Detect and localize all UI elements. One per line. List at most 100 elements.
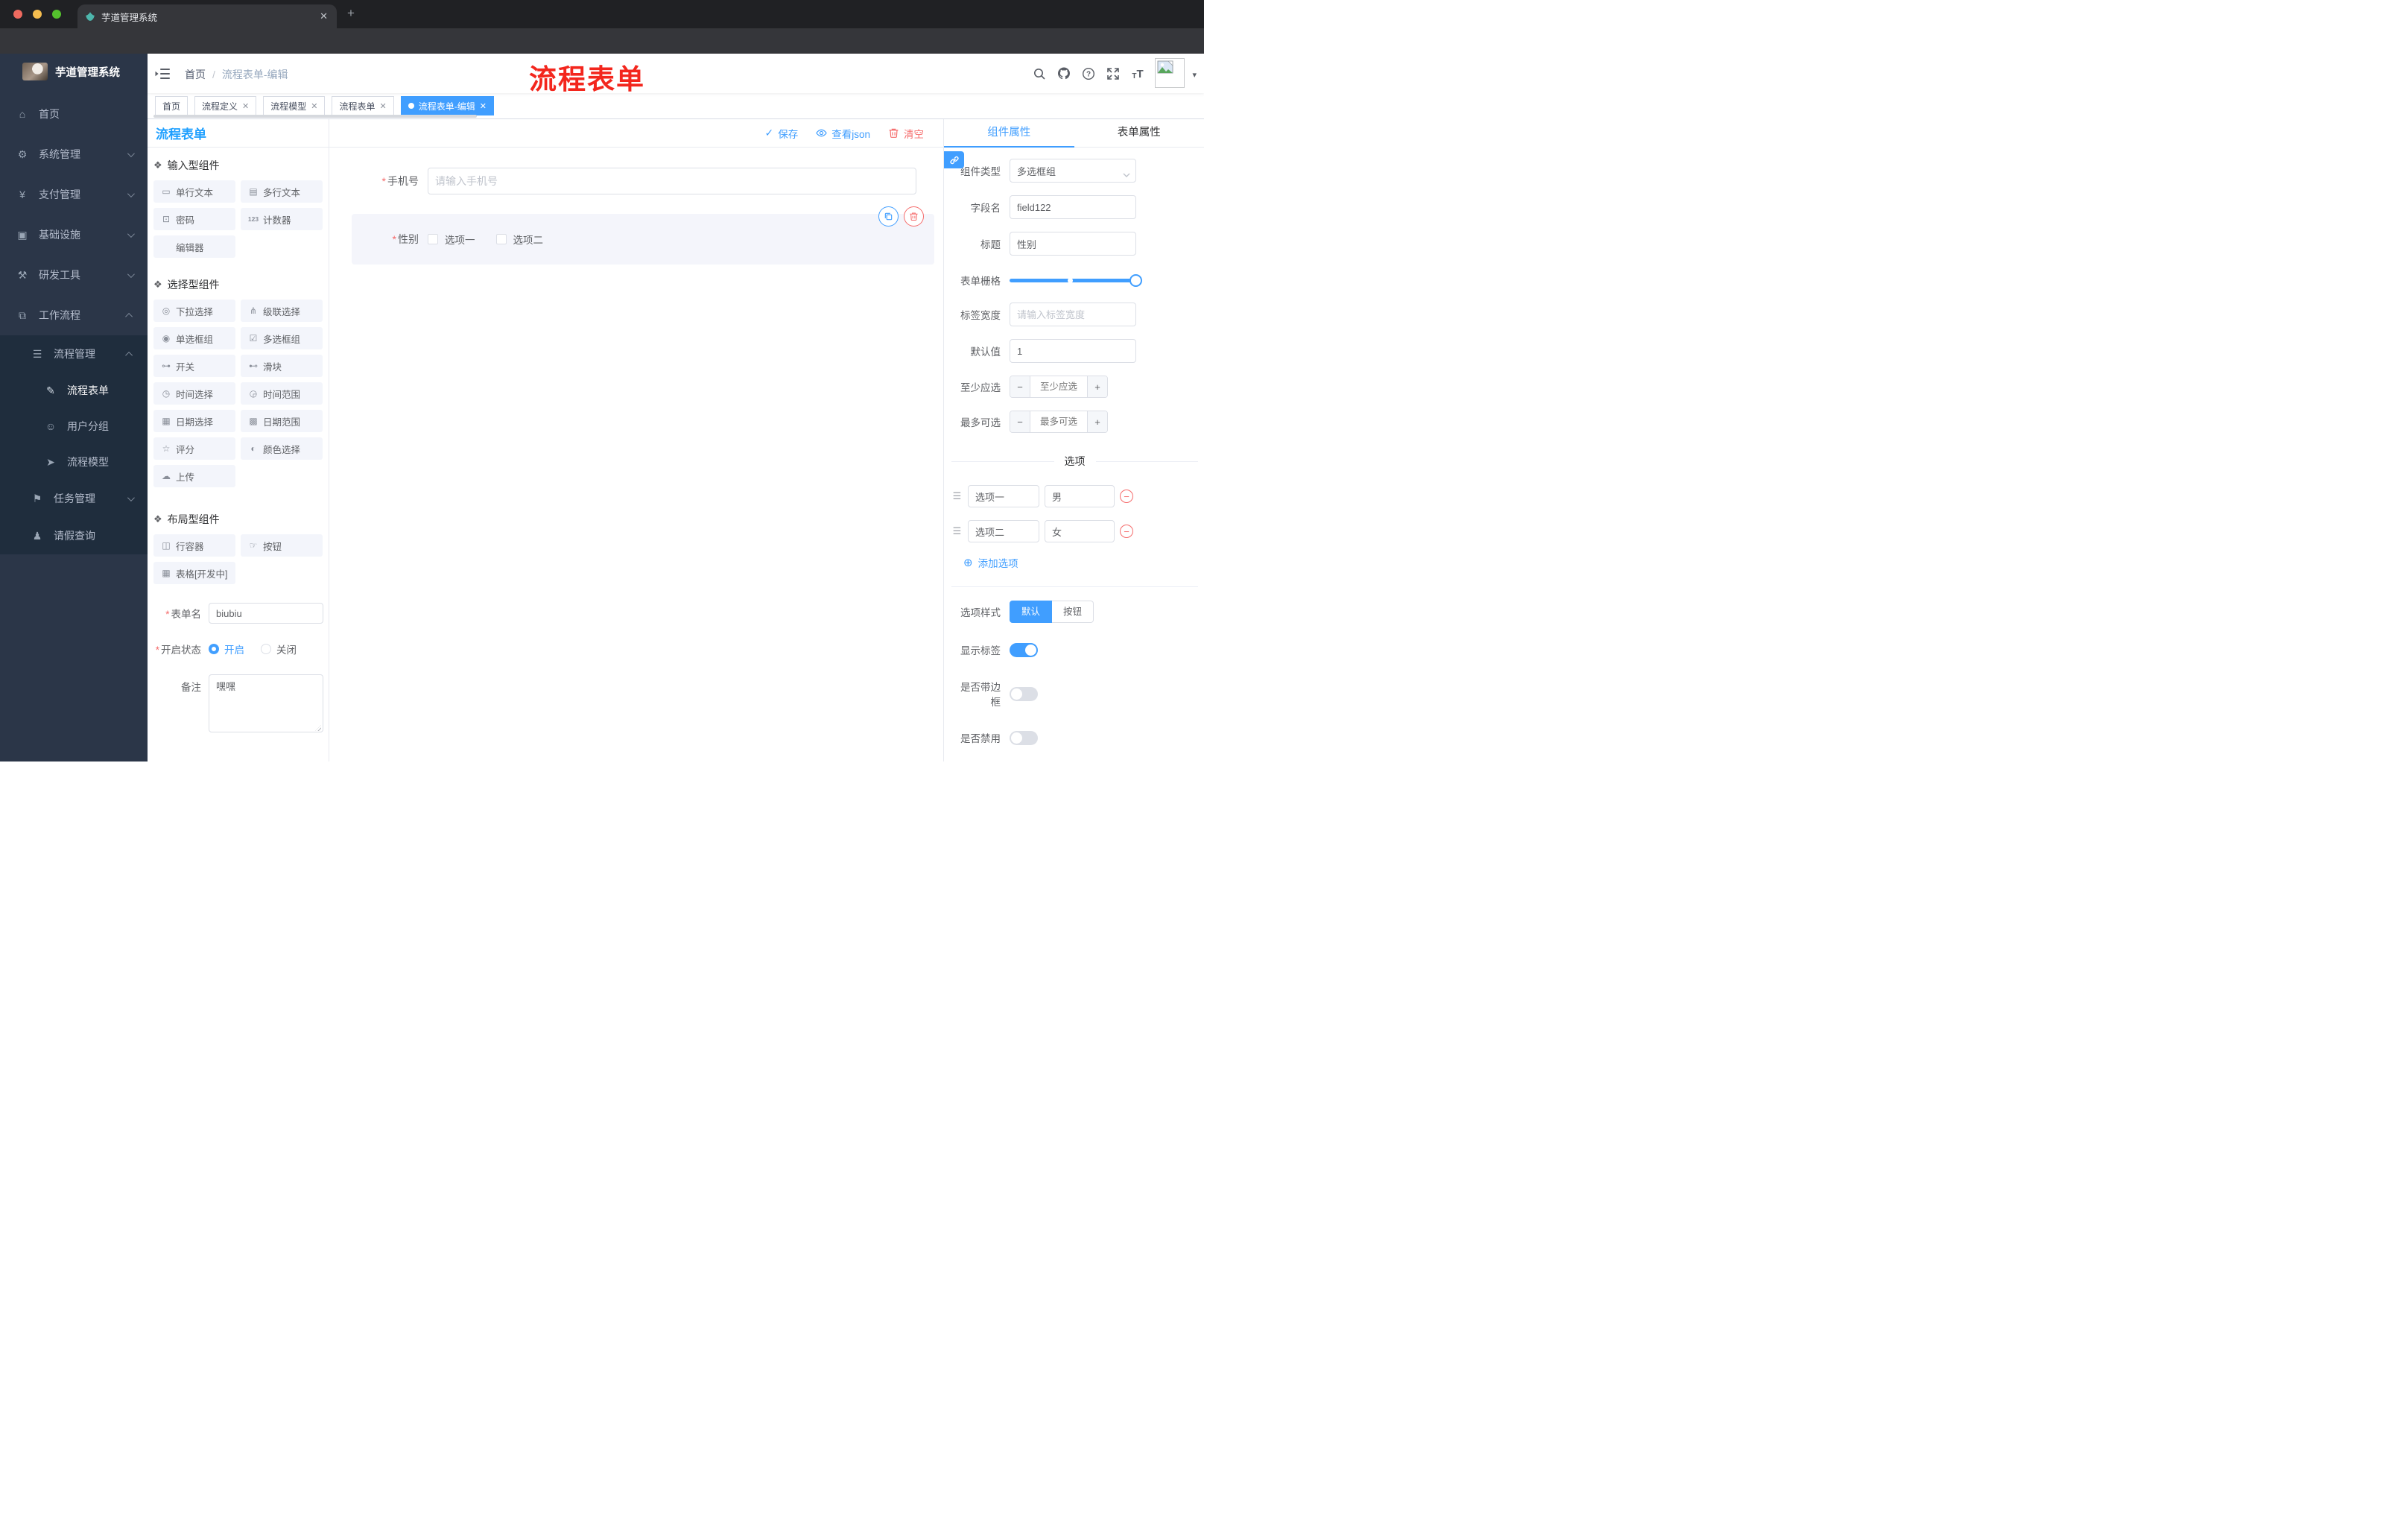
sidebar-item-payment[interactable]: ¥ 支付管理 [0, 174, 148, 215]
option-2-label-input[interactable] [968, 520, 1039, 542]
tag-process-model[interactable]: 流程模型 ✕ [263, 96, 326, 115]
disabled-toggle[interactable] [1010, 730, 1038, 745]
chip-time-picker[interactable]: ◷ 时间选择 [153, 382, 235, 405]
chip-single-line-text[interactable]: ▭ 单行文本 [153, 180, 235, 203]
save-button[interactable]: ✓ 保存 [765, 126, 799, 141]
remove-option-button[interactable]: − [1120, 490, 1133, 503]
chip-date-range[interactable]: ▩ 日期范围 [241, 410, 323, 432]
style-default-button[interactable]: 默认 [1010, 601, 1053, 623]
chip-time-range[interactable]: ◶ 时间范围 [241, 382, 323, 405]
caret-down-icon[interactable]: ▾ [1192, 70, 1197, 80]
component-type-select[interactable] [1010, 159, 1136, 183]
sidebar-item-workflow[interactable]: ⧉ 工作流程 [0, 295, 148, 335]
gender-option-1[interactable]: 选项一 [428, 232, 475, 247]
tab-close-icon[interactable]: ✕ [318, 10, 329, 22]
sidebar-item-task-mgmt[interactable]: ⚑ 任务管理 [0, 480, 148, 517]
field-link-tab[interactable] [944, 151, 964, 168]
field-name-input[interactable] [1010, 195, 1136, 219]
form-name-input[interactable] [209, 603, 323, 624]
increase-button[interactable]: + [1087, 376, 1107, 397]
close-icon[interactable]: ✕ [480, 101, 487, 111]
drag-handle-icon[interactable]: ☰ [951, 525, 963, 537]
chip-radio-group[interactable]: ◉ 单选框组 [153, 327, 235, 349]
form-grid-slider[interactable] [1010, 268, 1142, 292]
new-tab-icon[interactable]: + [347, 6, 355, 21]
canvas-field-gender-selected[interactable]: * 性别 选项一 选项二 [352, 206, 934, 265]
status-radio-off[interactable]: 关闭 [261, 642, 297, 656]
sidebar-item-infra[interactable]: ▣ 基础设施 [0, 215, 148, 255]
sidebar-item-leave-query[interactable]: ♟ 请假查询 [0, 517, 148, 554]
close-icon[interactable]: ✕ [242, 101, 249, 111]
status-radio-on[interactable]: 开启 [209, 642, 244, 656]
chip-rate[interactable]: ☆ 评分 [153, 437, 235, 460]
chip-counter[interactable]: 123 计数器 [241, 208, 323, 230]
chip-select[interactable]: ◎ 下拉选择 [153, 300, 235, 322]
chip-color-picker[interactable]: ◐ 颜色选择 [241, 437, 323, 460]
close-icon[interactable]: ✕ [380, 101, 387, 111]
decrease-button[interactable]: − [1010, 411, 1030, 432]
slider-handle[interactable] [1129, 274, 1142, 287]
view-json-button[interactable]: 查看json [816, 126, 870, 141]
font-size-icon[interactable]: TT [1131, 67, 1144, 80]
canvas-field-phone[interactable]: * 手机号 [329, 168, 943, 194]
close-icon[interactable]: ✕ [311, 101, 317, 111]
sidebar-item-process-form[interactable]: ✎ 流程表单 [0, 373, 148, 408]
option-1-label-input[interactable] [968, 485, 1039, 507]
sidebar-item-process-model[interactable]: ➤ 流程模型 [0, 444, 148, 480]
breadcrumb-home[interactable]: 首页 [185, 67, 206, 82]
tags-scrollbar-thumb[interactable] [153, 115, 477, 118]
remove-option-button[interactable]: − [1120, 525, 1133, 538]
clear-button[interactable]: 清空 [888, 126, 924, 141]
max-select-input[interactable] [1030, 411, 1087, 432]
drag-handle-icon[interactable]: ☰ [951, 490, 963, 502]
chip-checkbox-group[interactable]: ☑ 多选框组 [241, 327, 323, 349]
tag-process-definition[interactable]: 流程定义 ✕ [194, 96, 257, 115]
tab-form-props[interactable]: 表单属性 [1074, 119, 1205, 147]
default-value-input[interactable] [1010, 339, 1136, 363]
min-select-input[interactable] [1030, 376, 1087, 397]
chip-cascader[interactable]: ⋔ 级联选择 [241, 300, 323, 322]
title-input[interactable] [1010, 232, 1136, 256]
chip-multi-line-text[interactable]: ▤ 多行文本 [241, 180, 323, 203]
sidebar-logo[interactable]: 芋道管理系统 [0, 54, 148, 89]
sidebar-item-system[interactable]: ⚙ 系统管理 [0, 134, 148, 174]
sidebar-fold-icon[interactable] [155, 67, 170, 80]
sidebar-item-process-mgmt[interactable]: ☰ 流程管理 [0, 335, 148, 373]
with-border-toggle[interactable] [1010, 686, 1038, 701]
window-zoom-button[interactable] [52, 10, 61, 19]
chip-password[interactable]: ⊡ 密码 [153, 208, 235, 230]
gender-option-2[interactable]: 选项二 [495, 232, 543, 247]
chip-button[interactable]: ☞ 按钮 [241, 534, 323, 557]
sidebar-item-home[interactable]: ⌂ 首页 [0, 94, 148, 134]
search-icon[interactable] [1033, 67, 1046, 80]
window-minimize-button[interactable] [33, 10, 42, 19]
tag-process-form-edit[interactable]: 流程表单-编辑 ✕ [400, 96, 494, 115]
phone-input[interactable] [428, 168, 916, 194]
chip-slider[interactable]: ⊷ 滑块 [241, 355, 323, 377]
chip-table-dev[interactable]: ▦ 表格[开发中] [153, 562, 235, 584]
duplicate-component-button[interactable] [878, 206, 899, 227]
chip-date-picker[interactable]: ▦ 日期选择 [153, 410, 235, 432]
option-2-value-input[interactable] [1045, 520, 1115, 542]
label-width-input[interactable] [1010, 303, 1136, 326]
browser-tab[interactable]: 芋道管理系统 ✕ [77, 4, 337, 28]
chip-editor[interactable]: 编辑器 [153, 235, 235, 258]
sidebar-item-user-group[interactable]: ☺ 用户分组 [0, 408, 148, 444]
help-icon[interactable]: ? [1082, 67, 1095, 80]
chip-switch[interactable]: ⊶ 开关 [153, 355, 235, 377]
fullscreen-icon[interactable] [1106, 67, 1120, 80]
show-label-toggle[interactable] [1010, 642, 1038, 657]
delete-component-button[interactable] [904, 206, 924, 227]
decrease-button[interactable]: − [1010, 376, 1030, 397]
chip-upload[interactable]: ☁ 上传 [153, 465, 235, 487]
window-close-button[interactable] [13, 10, 22, 19]
sidebar-item-devtools[interactable]: ⚒ 研发工具 [0, 255, 148, 295]
tag-home[interactable]: 首页 [155, 96, 188, 115]
style-button-button[interactable]: 按钮 [1052, 601, 1094, 623]
avatar[interactable] [1155, 58, 1185, 88]
github-icon[interactable] [1057, 67, 1071, 80]
form-remark-textarea[interactable]: 嘿嘿 [209, 674, 323, 732]
increase-button[interactable]: + [1087, 411, 1107, 432]
option-1-value-input[interactable] [1045, 485, 1115, 507]
tag-process-form[interactable]: 流程表单 ✕ [332, 96, 394, 115]
